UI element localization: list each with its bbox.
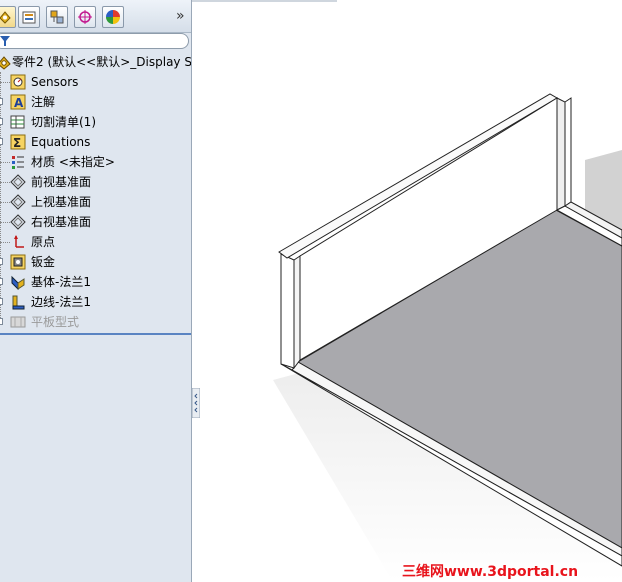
tree-separator xyxy=(0,333,191,335)
display-manager-tab[interactable] xyxy=(102,6,124,28)
feature-manager-panel: » 零件2 (默认<<默认>_Display St Sensors A 注解 切… xyxy=(0,0,192,582)
flat-pattern-icon xyxy=(10,316,26,328)
tree-item-origin[interactable]: 原点 xyxy=(0,232,191,252)
configuration-icon xyxy=(50,10,64,24)
graphics-viewport[interactable] xyxy=(193,0,622,582)
expand-toggle[interactable] xyxy=(0,318,3,325)
annotations-icon: A xyxy=(10,94,26,110)
sheet-metal-part-model[interactable] xyxy=(273,93,622,582)
cut-list-icon xyxy=(10,115,25,129)
crosshair-icon xyxy=(78,10,92,24)
tree-item-equations[interactable]: Σ Equations xyxy=(0,132,191,152)
tree-item-sheet-metal[interactable]: 钣金 xyxy=(0,252,191,272)
tree-item-flat-pattern[interactable]: 平板型式 xyxy=(0,312,191,332)
feature-tree: 零件2 (默认<<默认>_Display St Sensors A 注解 切割清… xyxy=(0,52,191,332)
manager-tab-bar: » xyxy=(0,0,191,33)
tree-item-material[interactable]: 材质 <未指定> xyxy=(0,152,191,172)
expand-toggle[interactable] xyxy=(0,138,3,145)
edge-flange-icon xyxy=(12,295,25,310)
material-icon xyxy=(12,156,24,169)
equations-icon: Σ xyxy=(10,134,26,150)
svg-text:A: A xyxy=(14,96,24,110)
filter-input[interactable] xyxy=(0,33,189,49)
tree-item-edge-flange[interactable]: 边线-法兰1 xyxy=(0,292,191,312)
feature-manager-tab[interactable] xyxy=(0,6,16,28)
tree-item-base-flange[interactable]: 基体-法兰1 xyxy=(0,272,191,292)
more-tabs-chevron-icon[interactable]: » xyxy=(176,8,185,24)
property-list-icon xyxy=(22,11,36,24)
configuration-manager-tab[interactable] xyxy=(46,6,68,28)
tree-item-annotations[interactable]: A 注解 xyxy=(0,92,191,112)
expand-toggle[interactable] xyxy=(0,118,3,125)
color-wheel-icon xyxy=(106,10,120,24)
filter-icon[interactable] xyxy=(0,36,10,46)
dimxpert-manager-tab[interactable] xyxy=(74,6,96,28)
property-manager-tab[interactable] xyxy=(18,6,40,28)
sheet-metal-icon xyxy=(10,254,26,270)
site-watermark: 三维网www.3dportal.cn xyxy=(402,564,579,580)
expand-toggle[interactable] xyxy=(0,98,3,105)
expand-toggle[interactable] xyxy=(0,278,3,285)
tree-item-front-plane[interactable]: 前视基准面 xyxy=(0,172,191,192)
tree-root-part[interactable]: 零件2 (默认<<默认>_Display St xyxy=(0,52,191,72)
base-flange-icon xyxy=(11,275,25,290)
plane-icon xyxy=(10,194,26,210)
plane-icon xyxy=(10,174,26,190)
expand-toggle[interactable] xyxy=(0,258,3,265)
plane-icon xyxy=(10,214,26,230)
tree-item-cut-list[interactable]: 切割清单(1) xyxy=(0,112,191,132)
feature-tree-icon xyxy=(0,11,11,24)
tree-item-right-plane[interactable]: 右视基准面 xyxy=(0,212,191,232)
tree-item-top-plane[interactable]: 上视基准面 xyxy=(0,192,191,212)
origin-icon xyxy=(14,235,24,248)
svg-text:Σ: Σ xyxy=(13,136,21,150)
tree-item-sensors[interactable]: Sensors xyxy=(0,72,191,92)
part-icon xyxy=(0,56,11,70)
sensors-icon xyxy=(10,74,26,90)
tree-root-label: 零件2 (默认<<默认>_Display St xyxy=(12,55,192,69)
expand-toggle[interactable] xyxy=(0,298,3,305)
